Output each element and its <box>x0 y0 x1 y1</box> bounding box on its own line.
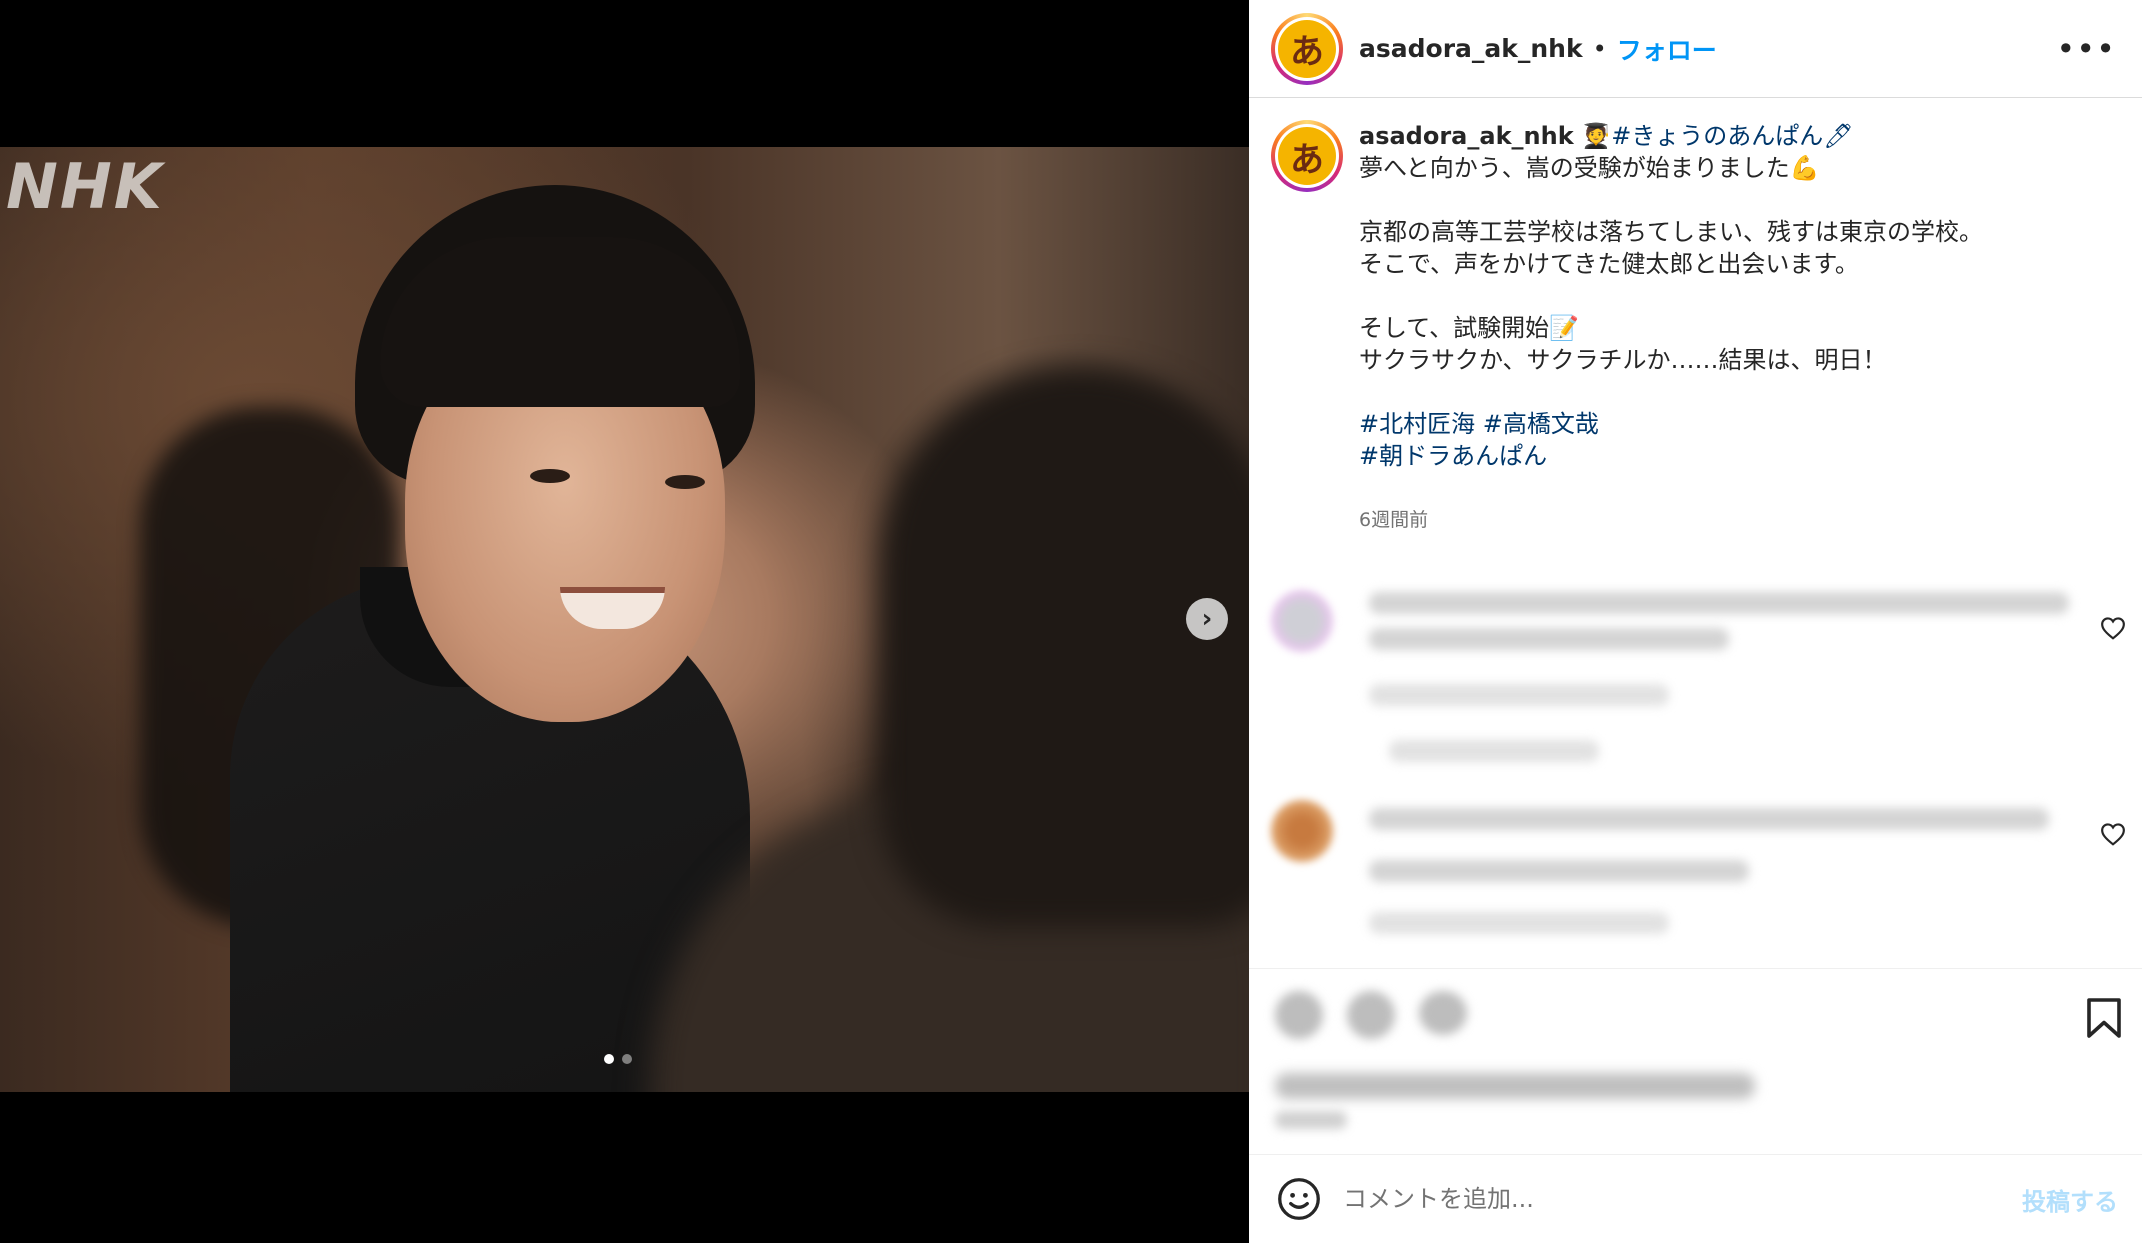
hashtag-link[interactable]: #高橋文哉 <box>1483 410 1599 438</box>
carousel-dot-1 <box>604 1054 614 1064</box>
carousel-next-button[interactable]: › <box>1186 598 1228 640</box>
blurred-comment-text <box>1369 592 2069 614</box>
comment-button[interactable] <box>1347 991 1395 1039</box>
comment-list <box>1249 580 2142 990</box>
carousel-indicator <box>604 1054 632 1064</box>
post-photo <box>0 147 1249 1092</box>
avatar-logo: あ <box>1278 127 1336 185</box>
blurred-date <box>1275 1111 1347 1129</box>
blurred-comment-meta <box>1369 684 1669 706</box>
student-emoji: 🧑‍🎓 <box>1581 122 1612 150</box>
caption-line: サクラサクか、サクラチルか……結果は、明日！ <box>1359 346 1887 374</box>
photo-bangs <box>380 237 740 407</box>
photo-eye-right <box>665 475 705 489</box>
caption-line: 夢へと向かう、嵩の受験が始まりました💪 <box>1359 154 1820 182</box>
avatar[interactable]: あ <box>1271 120 1343 192</box>
commenter-avatar[interactable] <box>1271 800 1333 862</box>
hashtag-link[interactable]: #朝ドラあんぱん <box>1359 442 1547 470</box>
add-comment-bar: 投稿する <box>1249 1154 2142 1243</box>
post-comment-button[interactable]: 投稿する <box>2022 1182 2118 1217</box>
blurred-comment-text <box>1369 808 2049 830</box>
list-item <box>1249 790 2142 990</box>
like-button[interactable] <box>1275 991 1323 1039</box>
hashtag-link[interactable]: #北村匠海 <box>1359 410 1475 438</box>
photo-foreground-head <box>880 367 1249 927</box>
heart-icon[interactable] <box>2100 616 2126 640</box>
follow-button[interactable]: フォロー <box>1617 31 1717 67</box>
caption-line: そして、試験開始📝 <box>1359 314 1579 342</box>
caption-line: そこで、声をかけてきた健太郎と出会います。 <box>1359 250 1859 278</box>
caption: あ asadora_ak_nhk 🧑‍🎓#きょうのあんぱん🖊 夢へと向かう、嵩の… <box>1249 98 2142 536</box>
smiley-icon[interactable] <box>1277 1177 1321 1221</box>
photo-eye-left <box>530 469 570 483</box>
carousel-dot-2 <box>622 1054 632 1064</box>
header-separator: • <box>1592 34 1607 63</box>
chevron-right-icon: › <box>1201 604 1213 634</box>
post-side-panel: あ asadora_ak_nhk • フォロー ••• あ asadora_ak… <box>1249 0 2142 1243</box>
post-actions <box>1249 968 2142 1148</box>
post-header: あ asadora_ak_nhk • フォロー ••• <box>1249 0 2142 98</box>
list-item <box>1249 580 2142 780</box>
avatar[interactable]: あ <box>1271 12 1343 85</box>
hashtag-link[interactable]: #きょうのあんぱん🖊 <box>1611 122 1854 150</box>
post-timestamp[interactable]: 6週間前 <box>1359 504 2099 536</box>
nhk-watermark: NHK <box>6 150 164 223</box>
share-button[interactable] <box>1419 991 1467 1035</box>
heart-icon[interactable] <box>2100 822 2126 846</box>
more-horizontal-icon[interactable]: ••• <box>2056 30 2116 68</box>
caption-username[interactable]: asadora_ak_nhk <box>1359 122 1574 150</box>
blurred-replies-link <box>1389 740 1599 762</box>
bookmark-icon[interactable] <box>2086 997 2122 1039</box>
post-media: NHK › <box>0 0 1249 1243</box>
blurred-comment-text <box>1369 860 1749 882</box>
header-username[interactable]: asadora_ak_nhk <box>1359 34 1583 63</box>
commenter-avatar[interactable] <box>1271 590 1333 652</box>
caption-text: asadora_ak_nhk 🧑‍🎓#きょうのあんぱん🖊 夢へと向かう、嵩の受験… <box>1359 120 2099 536</box>
caption-line: 京都の高等工芸学校は落ちてしまい、残すは東京の学校。 <box>1359 218 1983 246</box>
blurred-comment-text <box>1369 628 1729 650</box>
comment-input[interactable] <box>1343 1185 1963 1213</box>
blurred-likes <box>1275 1073 1755 1099</box>
blurred-comment-meta <box>1369 912 1669 934</box>
avatar-logo: あ <box>1278 19 1336 78</box>
